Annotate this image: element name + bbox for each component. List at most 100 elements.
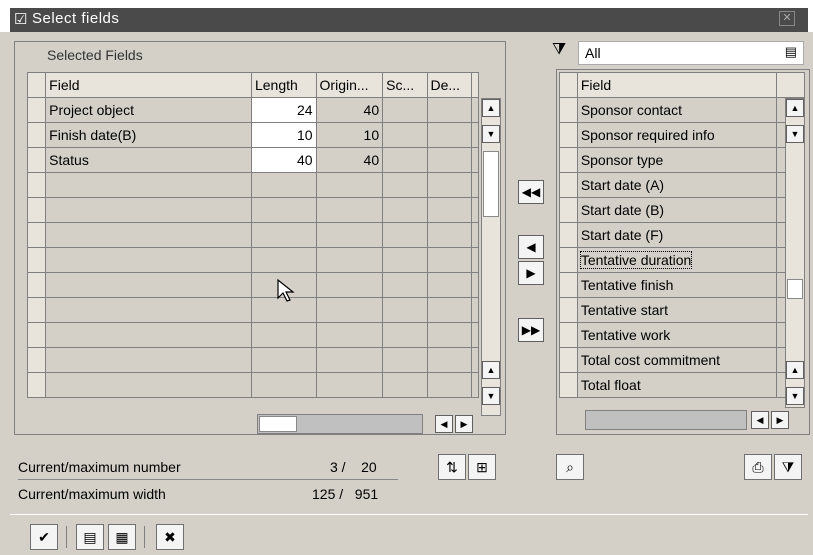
row-selector[interactable] — [26, 222, 47, 248]
list-item[interactable]: Start date (A) — [559, 172, 805, 198]
field-cell[interactable]: Sponsor type — [576, 147, 778, 173]
row-selector[interactable] — [559, 147, 578, 173]
scroll-right-icon[interactable]: ▶ — [455, 415, 473, 433]
column-header-length[interactable]: Length — [250, 72, 317, 98]
field-cell[interactable]: Status — [45, 147, 252, 173]
field-cell[interactable] — [45, 372, 252, 398]
filter-dropdown[interactable]: All ▤ — [578, 41, 804, 65]
field-cell[interactable]: Total cost commitment — [576, 347, 778, 373]
table-row[interactable] — [26, 297, 480, 323]
list-item[interactable]: Sponsor contact — [559, 97, 805, 123]
list-item[interactable]: Tentative start — [559, 297, 805, 323]
field-cell[interactable] — [45, 347, 252, 373]
row-selector[interactable] — [559, 197, 578, 223]
scroll-up-icon[interactable]: ▲ — [482, 361, 500, 379]
list-item[interactable]: Start date (B) — [559, 197, 805, 223]
row-selector[interactable] — [559, 122, 578, 148]
print-icon[interactable]: ⎙ — [744, 454, 772, 480]
table-row[interactable] — [26, 372, 480, 398]
length-cell[interactable] — [250, 197, 317, 223]
field-cell[interactable]: Tentative finish — [576, 272, 778, 298]
length-cell[interactable] — [250, 322, 317, 348]
scroll-thumb[interactable] — [483, 151, 499, 217]
table-row[interactable]: Finish date(B) 10 10 — [26, 122, 480, 148]
row-selector[interactable] — [559, 322, 578, 348]
row-selector[interactable] — [26, 147, 47, 173]
select-all-cell[interactable] — [26, 72, 47, 98]
row-selector[interactable] — [559, 272, 578, 298]
field-cell[interactable]: Total float — [576, 372, 778, 398]
right-horizontal-scrollbar[interactable] — [585, 410, 747, 430]
row-selector[interactable] — [26, 372, 47, 398]
table-row[interactable] — [26, 272, 480, 298]
select-all-cell[interactable] — [559, 72, 578, 98]
scroll-up-icon[interactable]: ▲ — [786, 361, 804, 379]
length-cell[interactable]: 24 — [250, 97, 317, 123]
row-selector[interactable] — [559, 347, 578, 373]
row-selector[interactable] — [559, 97, 578, 123]
scroll-up-icon[interactable]: ▲ — [482, 99, 500, 117]
h-scroll-thumb[interactable] — [259, 416, 297, 432]
scroll-down-icon[interactable]: ▼ — [482, 125, 500, 143]
table-row[interactable]: Project object 24 40 — [26, 97, 480, 123]
filter-settings-icon[interactable]: ⧩ — [774, 454, 802, 480]
table-row[interactable]: Status 40 40 — [26, 147, 480, 173]
dropdown-list-icon[interactable]: ▤ — [785, 44, 797, 60]
row-selector[interactable] — [26, 97, 47, 123]
table-row[interactable] — [26, 347, 480, 373]
list-item[interactable]: Start date (F) — [559, 222, 805, 248]
field-cell[interactable]: Start date (B) — [576, 197, 778, 223]
column-header-origin[interactable]: Origin... — [315, 72, 384, 98]
table-row[interactable] — [26, 172, 480, 198]
list-item[interactable]: Sponsor required info — [559, 122, 805, 148]
find-icon[interactable]: ⌕ — [556, 454, 584, 480]
row-selector[interactable] — [26, 197, 47, 223]
row-selector[interactable] — [26, 297, 47, 323]
filter-icon[interactable]: ⧩ — [552, 41, 566, 59]
scroll-down-icon[interactable]: ▼ — [482, 387, 500, 405]
list-item[interactable]: Tentative finish — [559, 272, 805, 298]
field-cell[interactable]: Tentative work — [576, 322, 778, 348]
length-cell[interactable] — [250, 372, 317, 398]
row-selector[interactable] — [26, 322, 47, 348]
row-selector[interactable] — [559, 222, 578, 248]
row-selector[interactable] — [559, 297, 578, 323]
left-horizontal-scrollbar[interactable] — [257, 414, 423, 434]
field-cell[interactable]: Tentative start — [576, 297, 778, 323]
field-cell[interactable]: Project object — [45, 97, 252, 123]
sort-icon[interactable]: ⇅ — [438, 454, 466, 480]
table-row[interactable] — [26, 322, 480, 348]
list-item[interactable]: Total float — [559, 372, 805, 398]
length-cell[interactable]: 40 — [250, 147, 317, 173]
confirm-check-icon[interactable]: ✔ — [30, 524, 58, 550]
column-header-field[interactable]: Field — [45, 72, 252, 98]
length-cell[interactable] — [250, 347, 317, 373]
column-header-field[interactable]: Field — [576, 72, 778, 98]
field-cell[interactable]: Tentative duration — [576, 247, 778, 273]
field-cell[interactable]: Finish date(B) — [45, 122, 252, 148]
row-selector[interactable] — [559, 172, 578, 198]
column-header-de[interactable]: De... — [426, 72, 472, 98]
table-row[interactable] — [26, 247, 480, 273]
field-cell[interactable] — [45, 322, 252, 348]
row-selector[interactable] — [26, 247, 47, 273]
row-selector[interactable] — [559, 247, 578, 273]
scroll-up-icon[interactable]: ▲ — [786, 99, 804, 117]
tree-structure-icon[interactable]: ⊞ — [468, 454, 496, 480]
list-item[interactable]: Sponsor type — [559, 147, 805, 173]
table-row[interactable] — [26, 222, 480, 248]
scroll-right-icon[interactable]: ▶ — [771, 411, 789, 429]
length-cell[interactable] — [250, 172, 317, 198]
scroll-left-icon[interactable]: ◀ — [435, 415, 453, 433]
move-left-button[interactable]: ◀ — [518, 235, 544, 259]
field-cell[interactable] — [45, 272, 252, 298]
row-selector[interactable] — [559, 372, 578, 398]
length-cell[interactable] — [250, 247, 317, 273]
close-icon[interactable]: ✕ — [779, 11, 795, 26]
left-vertical-scrollbar[interactable]: ▲ ▼ ▲ ▼ — [481, 98, 501, 416]
scroll-down-icon[interactable]: ▼ — [786, 387, 804, 405]
column-header-sc[interactable]: Sc... — [382, 72, 428, 98]
row-selector[interactable] — [26, 272, 47, 298]
length-cell[interactable] — [250, 222, 317, 248]
field-cell[interactable] — [45, 197, 252, 223]
